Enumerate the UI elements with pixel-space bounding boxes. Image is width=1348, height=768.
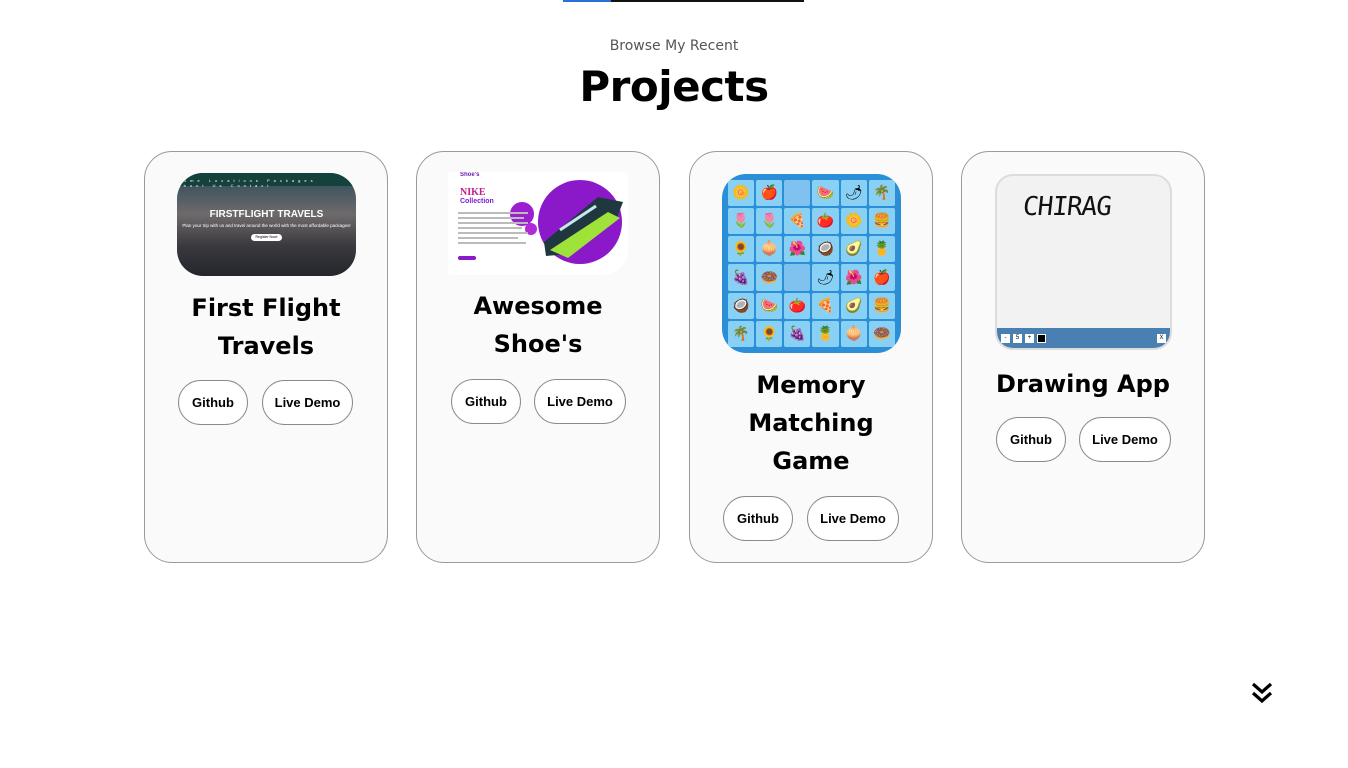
memory-card: 🧅: [840, 320, 867, 347]
decrease-size-button: -: [1001, 334, 1010, 343]
project-name-line: Matching: [748, 409, 874, 437]
thumb-cta: Register Now!: [251, 234, 282, 241]
color-swatch: [1037, 334, 1046, 343]
memory-card: 🍍: [812, 320, 839, 347]
thumb-navbar: Home Locations Packages About Us Contact: [177, 173, 356, 188]
memory-card: 🍇: [728, 264, 755, 291]
memory-card: 🍩: [868, 320, 895, 347]
project-thumbnail: CHIRAG - 5 + X: [995, 174, 1172, 350]
project-card-drawing-app: CHIRAG - 5 + X Drawing App Github Live D…: [961, 151, 1205, 563]
thumb-subheading: Collection: [460, 198, 494, 205]
live-demo-button[interactable]: Live Demo: [262, 380, 353, 425]
project-card-first-flight: Home Locations Packages About Us Contact…: [144, 151, 388, 563]
section-title: Projects: [579, 62, 769, 111]
memory-card: 🌼: [840, 208, 867, 235]
double-chevron-down-icon[interactable]: [1250, 681, 1274, 705]
memory-card: [784, 180, 811, 207]
live-demo-button[interactable]: Live Demo: [1079, 417, 1171, 462]
memory-card: 🌴: [728, 320, 755, 347]
drawing-toolbar: - 5 + X: [997, 328, 1170, 348]
size-value: 5: [1013, 334, 1022, 343]
memory-card: 🍩: [756, 264, 783, 291]
memory-card: 🌶: [812, 264, 839, 291]
memory-card: 🍕: [784, 208, 811, 235]
memory-card: 🍉: [812, 180, 839, 207]
project-thumbnail: 🌼 🍎 🍉 🌶 🌴 🌷 🌷 🍕 🍅 🌼 🍔 🌻 🧅 🌺 🥥 🥑 🍍 🍇 🍩 🌶 🌺 🍎 🥥 🍉 🍅 🍕 🥑 🍔 🌴 🌻 🍇 🍍 🧅 🍩: [722, 174, 901, 353]
project-thumbnail: Home Locations Packages About Us Contact…: [177, 173, 356, 276]
memory-card: 🧅: [756, 236, 783, 263]
memory-card: 🌷: [756, 208, 783, 235]
thumb-headline: FIRSTFLIGHT TRAVELS: [209, 209, 324, 220]
memory-card: 🍅: [812, 208, 839, 235]
memory-card: 🌻: [728, 236, 755, 263]
sketch-text: CHIRAG: [1021, 192, 1113, 222]
memory-card: 🥑: [840, 292, 867, 319]
github-button[interactable]: Github: [996, 417, 1066, 462]
project-name-line: Travels: [217, 332, 315, 360]
live-demo-button[interactable]: Live Demo: [807, 496, 899, 541]
project-name-line: Awesome: [473, 292, 603, 320]
section-subtitle: Browse My Recent: [609, 38, 739, 54]
github-button[interactable]: Github: [451, 379, 521, 424]
live-demo-button[interactable]: Live Demo: [534, 379, 626, 424]
project-thumbnail: Shoe's NIKE Collection: [448, 172, 628, 275]
memory-card: 🍎: [756, 180, 783, 207]
memory-card: 🌼: [728, 180, 755, 207]
memory-card: 🍕: [812, 292, 839, 319]
github-button[interactable]: Github: [178, 380, 248, 425]
thumb-tagline: Plan your trip with us and travel around…: [182, 223, 351, 228]
memory-card: 🌷: [728, 208, 755, 235]
memory-card: 🍔: [868, 292, 895, 319]
project-card-awesome-shoes: Shoe's NIKE Collection Awesome Shoe's Gi…: [416, 151, 660, 563]
github-button[interactable]: Github: [723, 496, 793, 541]
memory-card: [784, 264, 811, 291]
clear-button: X: [1157, 334, 1166, 343]
memory-card: 🌺: [840, 264, 867, 291]
memory-card: 🥥: [728, 292, 755, 319]
memory-card: 🥥: [812, 236, 839, 263]
project-name-line: Memory: [756, 371, 866, 399]
memory-card: 🍍: [868, 236, 895, 263]
memory-card: 🍔: [868, 208, 895, 235]
memory-card: 🍇: [784, 320, 811, 347]
project-name-line: Game: [772, 447, 850, 475]
memory-card: 🍎: [868, 264, 895, 291]
memory-card: 🍅: [784, 292, 811, 319]
project-name-line: First Flight: [191, 294, 341, 322]
memory-card: 🌶: [840, 180, 867, 207]
project-name-line: Drawing App: [996, 370, 1170, 398]
memory-card: 🌺: [784, 236, 811, 263]
increase-size-button: +: [1025, 334, 1034, 343]
project-name-line: Shoe's: [493, 330, 583, 358]
memory-card: 🌴: [868, 180, 895, 207]
scroll-progress-bar: [563, 0, 804, 2]
thumb-brand: Shoe's: [460, 172, 480, 178]
memory-card: 🌻: [756, 320, 783, 347]
thumb-heading: NIKE: [460, 187, 486, 198]
thumb-nav-links: Home Locations Packages About Us Contact: [177, 178, 317, 188]
memory-card: 🥑: [840, 236, 867, 263]
scroll-progress-fill: [563, 0, 612, 2]
project-card-memory-game: 🌼 🍎 🍉 🌶 🌴 🌷 🌷 🍕 🍅 🌼 🍔 🌻 🧅 🌺 🥥 🥑 🍍 🍇 🍩 🌶 🌺 🍎 🥥 🍉 🍅 🍕 🥑 🍔 🌴 🌻 🍇 🍍 🧅 🍩 Memor…: [689, 151, 933, 563]
memory-card: 🍉: [756, 292, 783, 319]
memory-grid: 🌼 🍎 🍉 🌶 🌴 🌷 🌷 🍕 🍅 🌼 🍔 🌻 🧅 🌺 🥥 🥑 🍍 🍇 🍩 🌶 🌺 🍎 🥥 🍉 🍅 🍕 🥑 🍔 🌴 🌻 🍇 🍍 🧅 🍩: [728, 180, 895, 347]
